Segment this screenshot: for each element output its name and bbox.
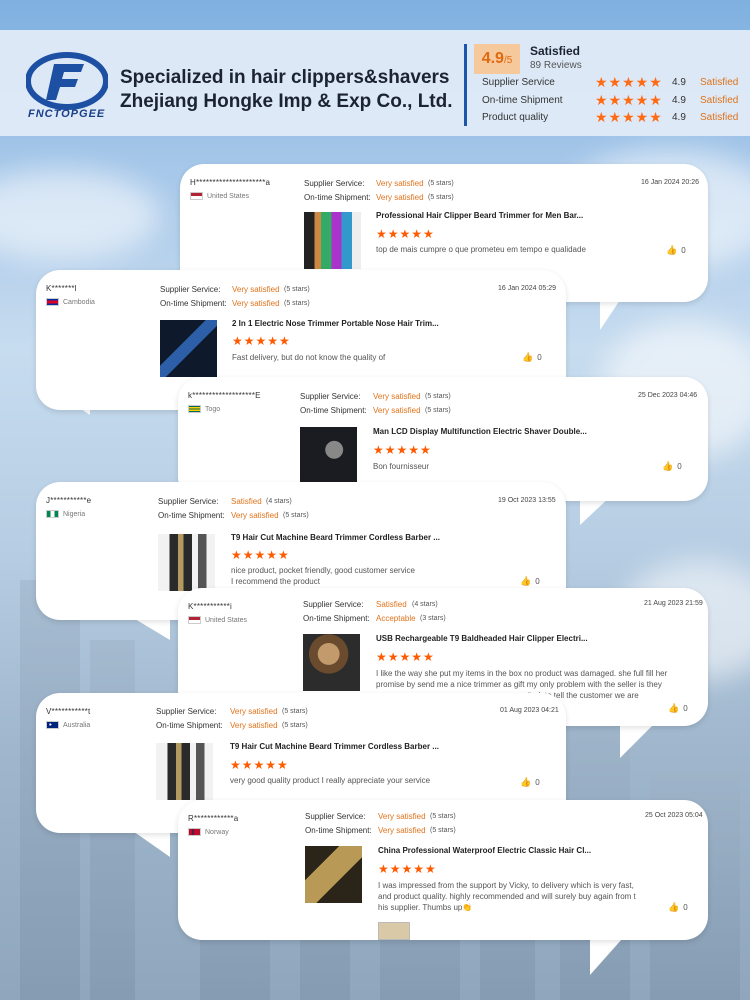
like-button[interactable]: 👍 0: [520, 576, 540, 587]
like-button[interactable]: 👍 0: [668, 703, 688, 714]
review-card: R************a Norway Supplier Service: …: [178, 800, 708, 940]
metric-supplier-service: Supplier Service ★★★★★ 4.9 Satisfied: [482, 74, 739, 90]
company-tagline: Specialized in hair clippers&shavers: [120, 67, 450, 88]
thumbs-up-icon: 👍: [662, 461, 674, 471]
reviewer-country: Australia: [46, 721, 90, 729]
star-rating-icon: ★★★★★: [232, 334, 291, 348]
reviewer-country: Togo: [188, 405, 220, 413]
flag-us-icon: [190, 192, 203, 200]
product-title[interactable]: China Professional Waterproof Electric C…: [378, 846, 591, 855]
reviewer-name: J***********e: [46, 496, 92, 505]
review-date: 16 Jan 2024 05:29: [498, 285, 556, 292]
review-comment: I was impressed from the support by Vick…: [378, 881, 636, 912]
reviewer-country: Norway: [188, 828, 229, 836]
like-button[interactable]: 👍 0: [668, 902, 688, 913]
product-title[interactable]: USB Rechargeable T9 Baldheaded Hair Clip…: [376, 634, 588, 643]
review-comment: I like the way she put my items in the b…: [376, 669, 668, 689]
supplier-header: FNCTOPGEE Specialized in hair clippers&s…: [0, 30, 750, 136]
review-comment: Bon fournisseur: [373, 462, 430, 471]
flag-nigeria-icon: [46, 510, 59, 518]
thumbs-up-icon: 👍: [522, 352, 534, 362]
product-thumbnail[interactable]: [158, 534, 215, 591]
like-button[interactable]: 👍 0: [662, 461, 682, 472]
star-rating-icon: ★★★★★: [595, 109, 663, 125]
reviewer-country: Cambodia: [46, 298, 95, 306]
star-rating-icon: ★★★★★: [595, 74, 663, 90]
product-thumbnail[interactable]: [300, 427, 357, 484]
review-date: 21 Aug 2023 21:59: [644, 600, 703, 607]
header-divider: [464, 44, 467, 126]
star-rating-icon: ★★★★★: [378, 862, 437, 876]
product-title[interactable]: 2 In 1 Electric Nose Trimmer Portable No…: [232, 319, 439, 328]
review-date: 19 Oct 2023 13:55: [498, 497, 556, 504]
flag-togo-icon: [188, 405, 201, 413]
product-thumbnail[interactable]: [160, 320, 217, 377]
product-title[interactable]: Professional Hair Clipper Beard Trimmer …: [376, 211, 583, 220]
reviewer-name: K***********i: [188, 602, 232, 611]
company-name: Zhejiang Hongke Imp & Exp Co., Ltd.: [120, 91, 453, 112]
reviews-count: 89 Reviews: [530, 60, 582, 71]
review-date: 25 Dec 2023 04:46: [638, 392, 698, 399]
metric-product-quality: Product quality ★★★★★ 4.9 Satisfied: [482, 109, 739, 125]
thumbs-up-icon: 👍: [520, 777, 532, 787]
like-button[interactable]: 👍 0: [520, 777, 540, 788]
star-rating-icon: ★★★★★: [376, 227, 435, 241]
flag-australia-icon: [46, 721, 59, 729]
star-rating-icon: ★★★★★: [230, 758, 289, 772]
product-thumbnail[interactable]: [303, 634, 360, 691]
product-thumbnail[interactable]: [304, 212, 361, 269]
review-comment: nice product, pocket friendly, good cust…: [231, 566, 415, 586]
star-rating-icon: ★★★★★: [231, 548, 290, 562]
thumbs-up-icon: 👍: [668, 703, 680, 713]
product-title[interactable]: T9 Hair Cut Machine Beard Trimmer Cordle…: [230, 742, 439, 751]
overall-score-label: Satisfied: [530, 44, 581, 58]
reviewer-country: United States: [190, 192, 249, 200]
company-info: Specialized in hair clippers&shavers Zhe…: [120, 66, 453, 114]
review-date: 16 Jan 2024 20:26: [641, 179, 699, 186]
like-button[interactable]: 👍 0: [666, 245, 686, 256]
product-title[interactable]: T9 Hair Cut Machine Beard Trimmer Cordle…: [231, 533, 440, 542]
review-photo-thumbnail[interactable]: [378, 922, 410, 940]
review-date: 01 Aug 2023 04:21: [500, 707, 559, 714]
thumbs-up-icon: 👍: [520, 576, 532, 586]
review-comment: top de mais cumpre o que prometeu em tem…: [376, 245, 586, 254]
like-button[interactable]: 👍 0: [522, 352, 542, 363]
reviewer-name: k*******************E: [188, 391, 261, 400]
flag-cambodia-icon: [46, 298, 59, 306]
flag-norway-icon: [188, 828, 201, 836]
product-thumbnail[interactable]: [305, 846, 362, 903]
reviewer-name: R************a: [188, 814, 239, 823]
reviewer-name: H*********************a: [190, 178, 271, 187]
reviewer-country: Nigeria: [46, 510, 85, 518]
reviewer-name: K*******l: [46, 284, 77, 293]
overall-score-badge: 4.9/5: [474, 44, 520, 74]
brand-logo-text: FNCTOPGEE: [28, 108, 106, 120]
product-title[interactable]: Man LCD Display Multifunction Electric S…: [373, 427, 587, 436]
star-rating-icon: ★★★★★: [376, 650, 435, 664]
review-date: 25 Oct 2023 05:04: [645, 812, 703, 819]
reviewer-name: V***********t: [46, 707, 91, 716]
thumbs-up-icon: 👍: [666, 245, 678, 255]
review-comment: very good quality product I really appre…: [230, 776, 431, 785]
product-thumbnail[interactable]: [156, 743, 213, 800]
star-rating-icon: ★★★★★: [373, 443, 432, 457]
star-rating-icon: ★★★★★: [595, 92, 663, 108]
review-comment: Fast delivery, but do not know the quali…: [232, 353, 386, 362]
reviewer-country: United States: [188, 616, 247, 624]
thumbs-up-icon: 👍: [668, 902, 680, 912]
flag-us-icon: [188, 616, 201, 624]
